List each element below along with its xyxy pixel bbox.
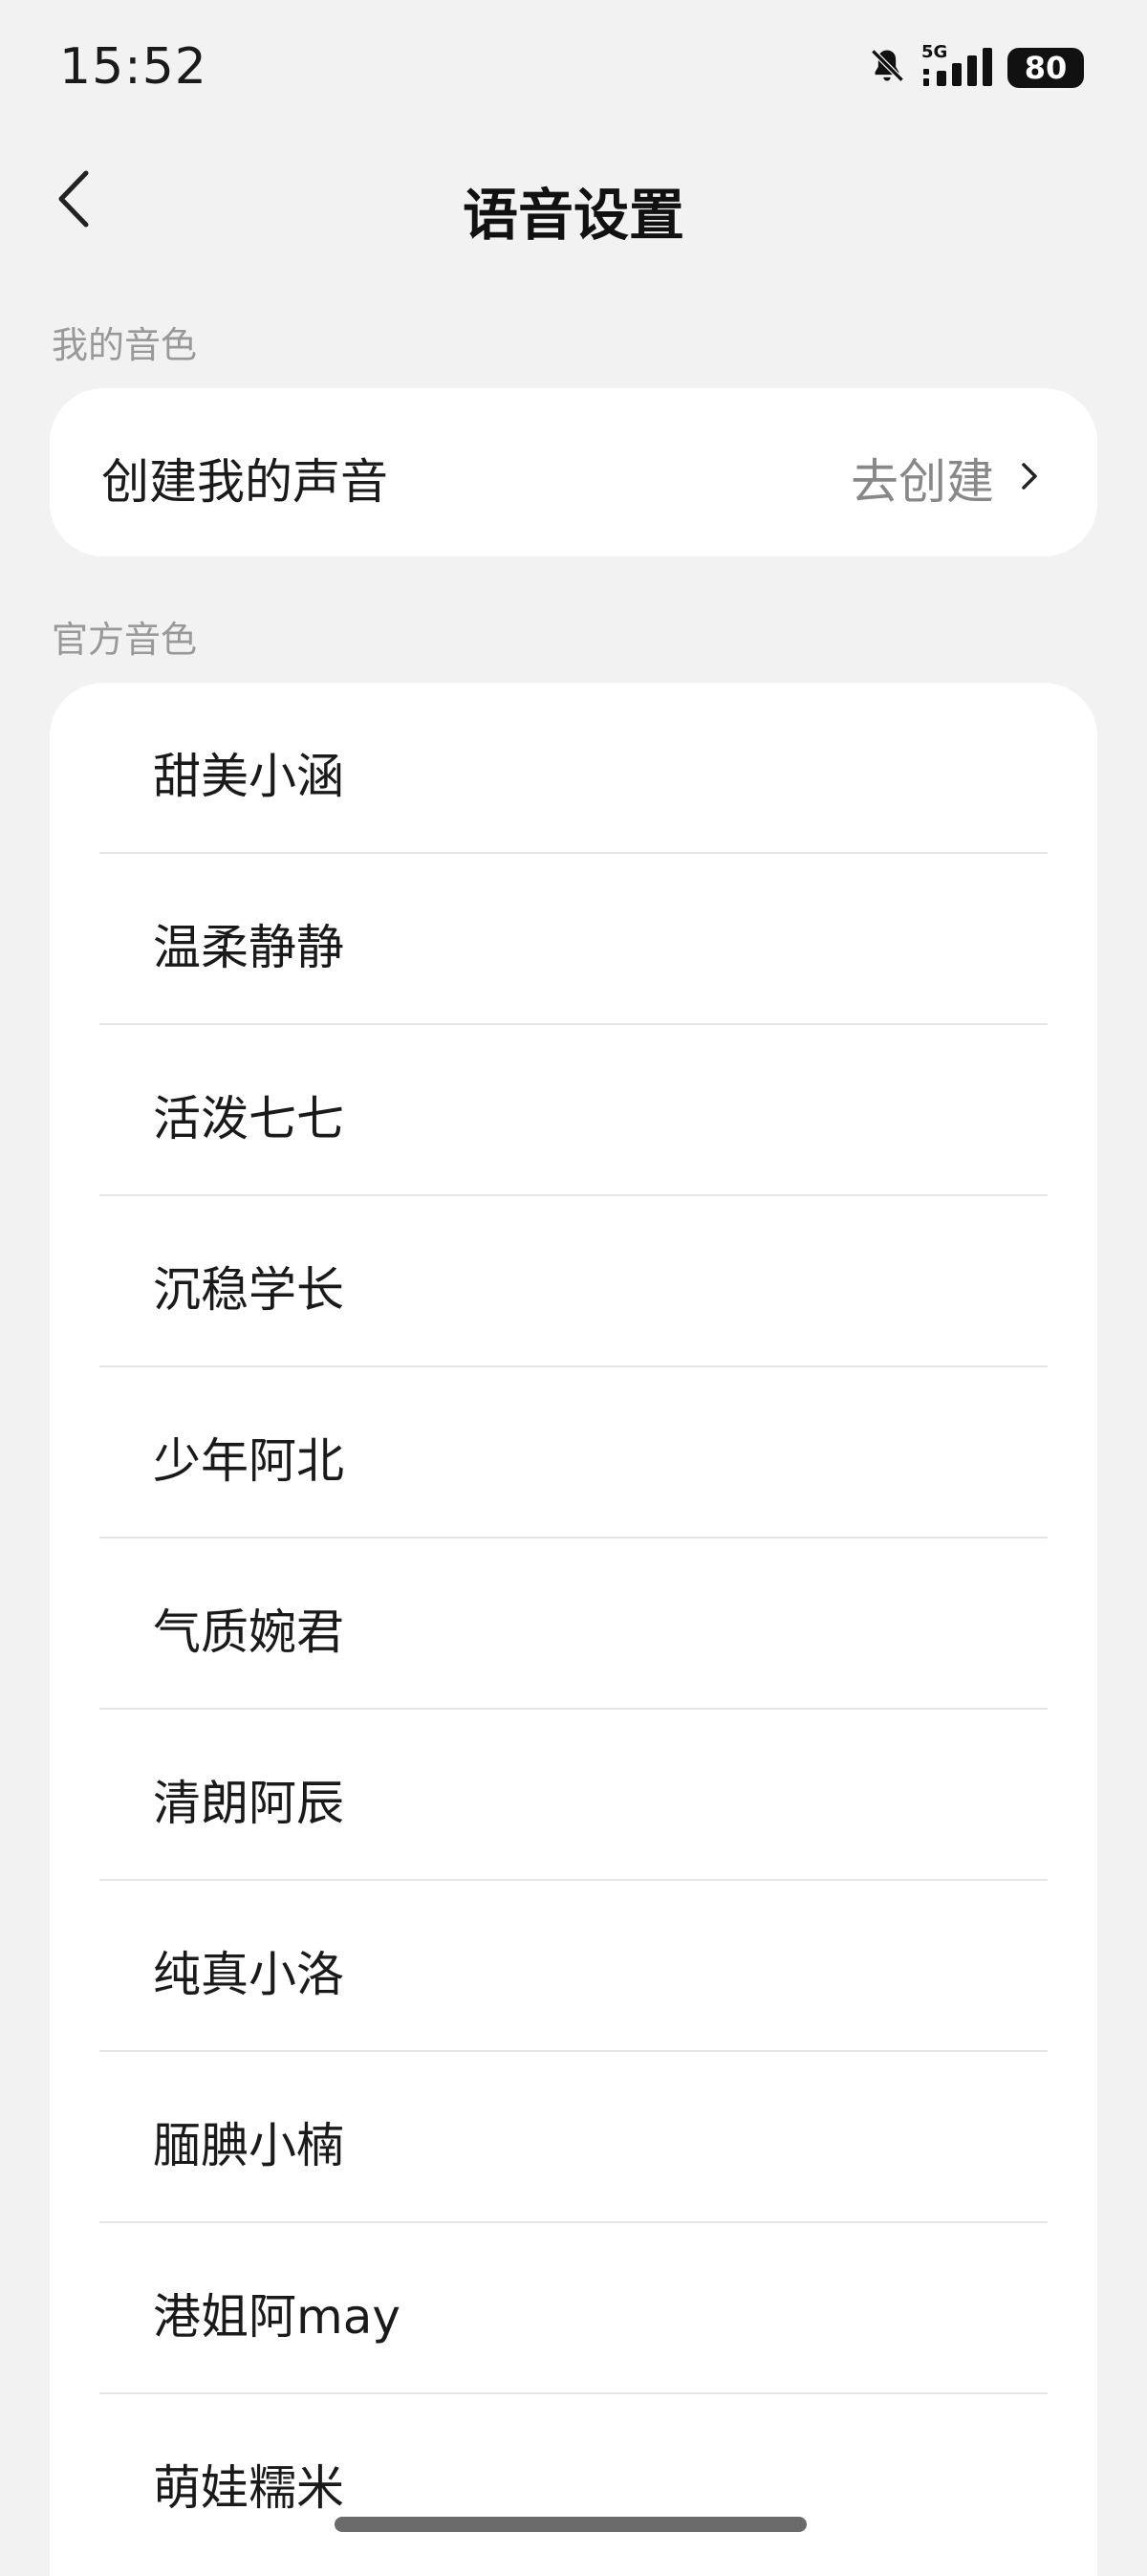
- voice-item-qizhi-wanjun[interactable]: 气质婉君: [50, 1539, 1097, 1710]
- voice-item-wenrou-jingjing[interactable]: 温柔静静: [50, 854, 1097, 1025]
- voice-item-label: 沉稳学长: [153, 1262, 344, 1318]
- voice-item-label: 甜美小涵: [153, 749, 344, 804]
- voice-item-miantian-xiaonan[interactable]: 腼腆小楠: [50, 2052, 1097, 2223]
- nav-bar: 语音设置: [0, 143, 1147, 258]
- chevron-right-icon: [1019, 460, 1040, 496]
- status-icons: 5G 80: [866, 42, 1084, 91]
- go-create-label: 去创建: [851, 454, 994, 510]
- voice-item-label: 港姐阿may: [153, 2289, 400, 2345]
- voice-item-tianmei-xiaohan[interactable]: 甜美小涵: [50, 683, 1097, 854]
- home-indicator[interactable]: [335, 2517, 807, 2532]
- battery-level: 80: [1007, 48, 1084, 88]
- section-label-my-voice: 我的音色: [52, 324, 198, 366]
- create-my-voice-row[interactable]: 创建我的声音 去创建: [50, 388, 1097, 557]
- voice-item-label: 清朗阿辰: [153, 1776, 344, 1831]
- create-voice-action[interactable]: 去创建: [851, 444, 1040, 513]
- voice-item-shaonian-abei[interactable]: 少年阿北: [50, 1367, 1097, 1539]
- voice-item-label: 少年阿北: [153, 1433, 344, 1489]
- voice-item-huopo-qiqi[interactable]: 活泼七七: [50, 1025, 1097, 1196]
- voice-item-qinglang-achen[interactable]: 清朗阿辰: [50, 1710, 1097, 1881]
- network-type: 5G: [921, 42, 948, 62]
- signal-icon: 5G: [921, 42, 994, 90]
- status-bar: 15:52 5G 80: [0, 0, 1147, 134]
- voice-item-label: 活泼七七: [153, 1091, 344, 1146]
- official-voice-list: 甜美小涵 温柔静静 活泼七七 沉稳学长 少年阿北 气质婉君 清朗阿辰 纯真小洛 …: [50, 683, 1097, 2576]
- bell-muted-icon: [866, 45, 908, 91]
- status-time: 15:52: [59, 38, 207, 96]
- voice-item-chenwen-xuezhang[interactable]: 沉稳学长: [50, 1196, 1097, 1367]
- voice-item-label: 纯真小洛: [153, 1947, 344, 2002]
- voice-item-mengwa-nuomi[interactable]: 萌娃糯米: [50, 2394, 1097, 2565]
- battery-icon: 80: [1007, 48, 1084, 88]
- voice-item-label: 气质婉君: [153, 1605, 344, 1660]
- voice-item-chunzhen-xiaoluo[interactable]: 纯真小洛: [50, 1881, 1097, 2052]
- voice-item-gangjie-amay[interactable]: 港姐阿may: [50, 2223, 1097, 2394]
- section-label-official-voices: 官方音色: [52, 619, 198, 661]
- voice-item-label: 腼腆小楠: [153, 2118, 344, 2173]
- voice-item-label: 萌娃糯米: [153, 2460, 344, 2516]
- page-title: 语音设置: [462, 183, 684, 248]
- voice-item-label: 温柔静静: [153, 920, 344, 975]
- create-my-voice-label: 创建我的声音: [101, 454, 388, 510]
